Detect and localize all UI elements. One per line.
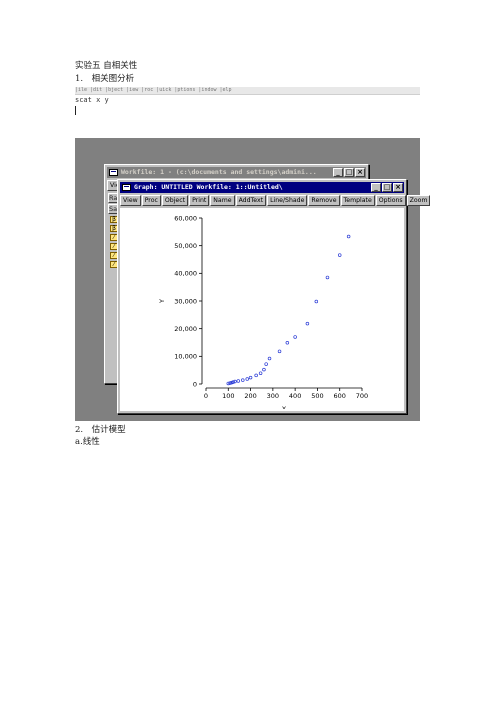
scatter-point (245, 377, 249, 381)
addtext-button[interactable]: AddText (235, 195, 267, 206)
x-axis-label: X (282, 405, 287, 409)
graph-canvas[interactable]: 0 100 200 300 400 500 600 700 0 10,000 20,000 30,0… (120, 208, 404, 411)
command-text[interactable]: scat x y (75, 96, 109, 104)
y-tick-label: 0 (193, 380, 197, 388)
scatter-point (258, 371, 263, 375)
y-axis-ticks: 0 10,000 20,000 30,000 40,000 50,000 60,000 (174, 214, 202, 388)
section-2-heading: 2. 估计模型 (75, 425, 126, 435)
scatter-point (314, 299, 319, 304)
scatter-point (241, 378, 245, 382)
scatter-point (248, 375, 253, 380)
window-icon (122, 184, 131, 191)
scatter-point (236, 379, 241, 383)
scatter-point (277, 349, 282, 354)
x-tick-label: 100 (222, 392, 234, 400)
scatter-point (267, 356, 272, 361)
workfile-title: Workfile: 1 - (c:\documents and settings… (121, 168, 317, 176)
y-tick-label: 20,000 (174, 325, 197, 333)
scatter-point (262, 367, 266, 372)
scatter-point (293, 335, 297, 339)
scatter-plot: 0 100 200 300 400 500 600 700 0 10,000 20,000 30,0… (158, 214, 368, 409)
scatter-point (264, 362, 268, 366)
x-tick-label: 500 (311, 392, 323, 400)
x-tick-label: 600 (334, 392, 346, 400)
scatter-point (325, 275, 330, 280)
workfile-window-controls: _ □ × (333, 168, 365, 177)
proc-button[interactable]: Proc (141, 195, 161, 206)
graph-window[interactable]: Graph: UNTITLED Workfile: 1::Untitled\ _… (117, 179, 431, 414)
text-cursor (75, 106, 76, 115)
close-button[interactable]: × (355, 168, 365, 177)
zoom-button[interactable]: Zoom (406, 195, 431, 206)
x-axis-ticks: 0 100 200 300 400 500 600 700 (204, 388, 368, 400)
maximize-button[interactable]: □ (382, 183, 392, 192)
x-tick-label: 0 (204, 392, 208, 400)
minimize-button[interactable]: _ (371, 183, 381, 192)
scatter-point (305, 321, 310, 326)
command-menu-strip: |ile |dit |bject |iew |roc |uick |ptions… (75, 87, 420, 95)
y-tick-label: 60,000 (174, 214, 197, 222)
data-points (226, 234, 351, 386)
y-tick-label: 30,000 (174, 297, 197, 305)
application-screenshot: Workfile: 1 - (c:\documents and settings… (75, 138, 431, 421)
document-heading: 实验五 自相关性 (75, 61, 138, 71)
line-shade-button[interactable]: Line/Shade (267, 195, 308, 206)
scatter-point (254, 373, 258, 378)
options-button[interactable]: Options (375, 195, 406, 206)
remove-button[interactable]: Remove (308, 195, 340, 206)
graph-title: Graph: UNTITLED Workfile: 1::Untitled\ (134, 183, 283, 191)
maximize-button[interactable]: □ (344, 168, 354, 177)
view-button[interactable]: View (120, 195, 141, 206)
y-tick-label: 40,000 (174, 270, 197, 278)
y-tick-label: 10,000 (174, 353, 197, 361)
y-tick-label: 50,000 (174, 242, 197, 250)
x-tick-label: 700 (356, 392, 368, 400)
section-1-heading: 1. 相关图分析 (75, 74, 135, 84)
scatter-point (285, 341, 290, 345)
x-tick-label: 400 (289, 392, 301, 400)
scatter-point (346, 234, 351, 239)
object-button[interactable]: Object (161, 195, 189, 206)
scatter-point (233, 379, 237, 384)
minimize-button[interactable]: _ (333, 168, 343, 177)
name-button[interactable]: Name (210, 195, 235, 206)
graph-window-controls: _ □ × (371, 183, 403, 192)
print-button[interactable]: Print (189, 195, 210, 206)
window-icon (109, 169, 118, 176)
subsection-a-heading: a.线性 (75, 437, 100, 447)
x-tick-label: 200 (244, 392, 256, 400)
scatter-point (337, 253, 342, 257)
graph-titlebar[interactable]: Graph: UNTITLED Workfile: 1::Untitled\ _… (120, 182, 404, 193)
close-button[interactable]: × (393, 183, 403, 192)
workfile-titlebar[interactable]: Workfile: 1 - (c:\documents and settings… (107, 167, 366, 178)
template-button[interactable]: Template (340, 195, 375, 206)
y-axis-label: Y (158, 299, 166, 304)
x-tick-label: 300 (267, 392, 279, 400)
graph-toolbar: View Proc Object Print Name AddText Line… (120, 195, 431, 206)
